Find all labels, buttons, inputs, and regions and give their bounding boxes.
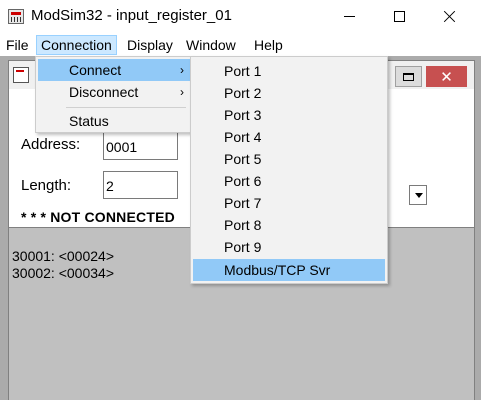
menu-item-disconnect[interactable]: Disconnect › — [38, 81, 190, 103]
menu-item-connect[interactable]: Connect › — [38, 59, 190, 81]
menu-help[interactable]: Help — [250, 35, 287, 55]
submenu-item-port-4[interactable]: Port 4 — [193, 126, 385, 148]
connection-menu: Connect › Disconnect › Status — [35, 56, 193, 133]
length-field[interactable]: 2 — [103, 171, 178, 199]
submenu-item-port-3[interactable]: Port 3 — [193, 104, 385, 126]
menu-window[interactable]: Window — [182, 35, 240, 55]
close-icon: ✕ — [440, 68, 453, 86]
minimize-icon — [343, 16, 355, 17]
address-label: Address: — [21, 136, 81, 153]
length-label: Length: — [21, 177, 72, 194]
connection-status: * * * NOT CONNECTED — [21, 209, 175, 225]
chevron-right-icon: › — [180, 63, 184, 77]
submenu-item-port-5[interactable]: Port 5 — [193, 148, 385, 170]
connect-submenu: Port 1 Port 2 Port 3 Port 4 Port 5 Port … — [190, 56, 388, 284]
chevron-right-icon: › — [180, 85, 184, 99]
register-row[interactable]: 30001: <00024> — [12, 248, 114, 264]
document-close-button[interactable]: ✕ — [426, 66, 467, 87]
submenu-item-port-1[interactable]: Port 1 — [193, 60, 385, 82]
register-type-dropdown[interactable] — [409, 185, 427, 205]
minimize-button[interactable] — [326, 0, 372, 33]
menu-bar: File Connection Display Window Help — [0, 34, 481, 56]
maximize-icon — [393, 11, 405, 22]
title-bar: ModSim32 - input_register_01 — [0, 0, 481, 33]
submenu-item-port-9[interactable]: Port 9 — [193, 236, 385, 258]
maximize-button[interactable] — [376, 0, 422, 33]
submenu-item-modbus-tcp-server[interactable]: Modbus/TCP Svr — [193, 259, 385, 281]
window-title: ModSim32 - input_register_01 — [31, 7, 232, 24]
submenu-item-port-7[interactable]: Port 7 — [193, 192, 385, 214]
submenu-item-port-8[interactable]: Port 8 — [193, 214, 385, 236]
menu-file[interactable]: File — [2, 35, 33, 55]
menu-item-status[interactable]: Status — [38, 110, 190, 132]
document-icon[interactable] — [13, 67, 29, 83]
document-maximize-button[interactable] — [395, 66, 422, 87]
menu-separator — [66, 107, 186, 108]
close-button[interactable] — [426, 0, 472, 33]
submenu-item-port-2[interactable]: Port 2 — [193, 82, 385, 104]
address-field[interactable]: 0001 — [103, 132, 178, 160]
menu-connection[interactable]: Connection — [36, 35, 117, 55]
menu-display[interactable]: Display — [123, 35, 177, 55]
modsim-app-icon[interactable] — [8, 9, 24, 24]
close-icon — [443, 10, 456, 23]
maximize-icon — [403, 72, 414, 81]
register-row[interactable]: 30002: <00034> — [12, 265, 114, 281]
submenu-item-port-6[interactable]: Port 6 — [193, 170, 385, 192]
